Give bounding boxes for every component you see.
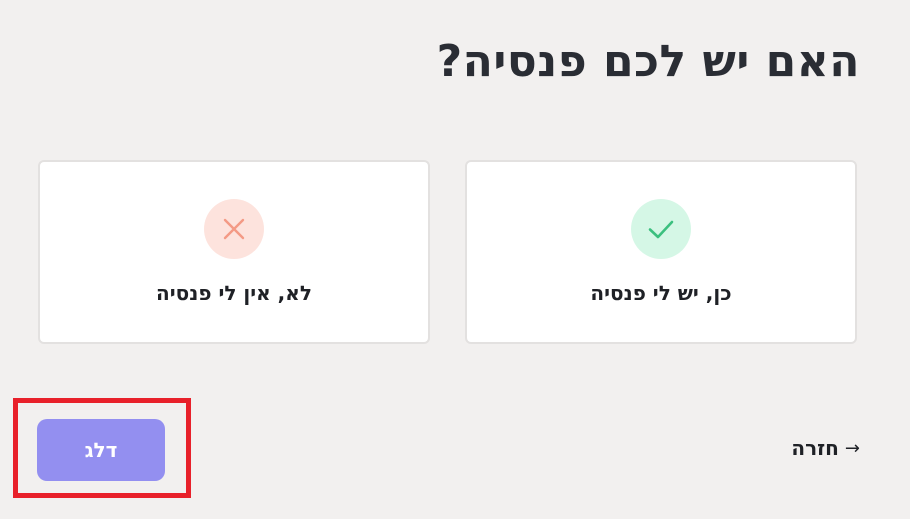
arrow-right-icon: → <box>844 437 860 459</box>
back-label: חזרה <box>791 436 839 460</box>
skip-button[interactable]: דלג <box>37 419 165 481</box>
back-link[interactable]: → חזרה <box>791 436 860 460</box>
option-card-yes[interactable]: כן, יש לי פנסיה <box>465 160 857 344</box>
check-icon <box>648 220 674 239</box>
option-card-no[interactable]: לא, אין לי פנסיה <box>38 160 430 344</box>
pension-question-page: האם יש לכם פנסיה? כן, יש לי פנסיה לא, אי… <box>0 0 910 519</box>
x-icon <box>223 218 245 240</box>
option-label-no: לא, אין לי פנסיה <box>156 281 312 305</box>
page-title: האם יש לכם פנסיה? <box>436 36 860 87</box>
x-icon-circle <box>204 199 264 259</box>
option-label-yes: כן, יש לי פנסיה <box>590 281 732 305</box>
check-icon-circle <box>631 199 691 259</box>
